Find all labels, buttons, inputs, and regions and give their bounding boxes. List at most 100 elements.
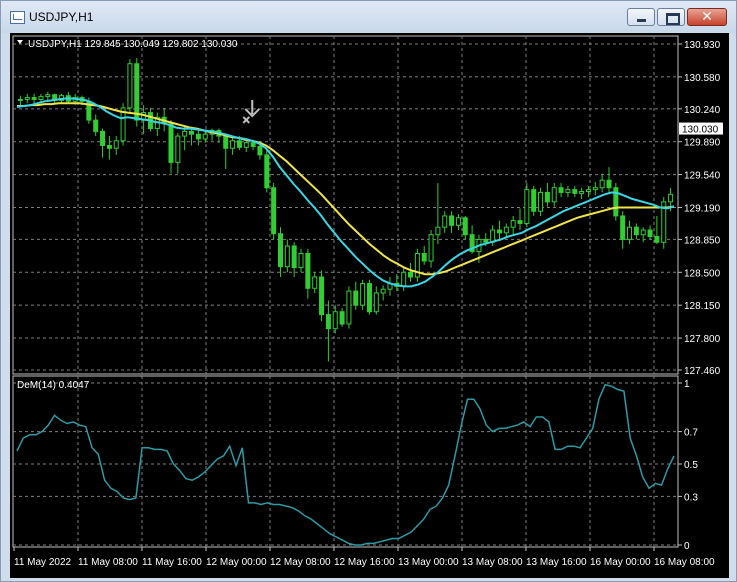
time-tick-label: 13 May 16:00 [526,557,587,568]
price-tick-label: 130.930 [684,40,721,51]
price-panel-header: USDJPY,H1 129.845 130.049 129.802 130.03… [28,39,238,50]
candle-body [291,245,297,269]
candle-body [45,94,51,98]
candle-body [38,96,44,100]
minimize-icon [637,19,646,22]
price-tick-label: 127.800 [684,334,721,345]
candle-body [483,238,489,243]
candle-body [531,189,537,212]
candle-body [599,179,605,189]
indicator-panel-header: DeM(14) 0.4047 [17,380,90,391]
candle-body [668,193,674,203]
panel-collapse-icon[interactable] [17,40,23,44]
chart-window: USDJPY,H1 ✕ 130.930 130.580 130.240 129.890… [0,0,737,582]
maximize-icon [666,13,680,25]
indicator-panel-frame [12,375,679,548]
chart-window-icon [10,11,25,24]
candle-body [579,190,585,194]
time-tick-label: 16 May 00:00 [590,557,651,568]
dem-line [16,383,675,546]
candle-body [189,130,195,135]
minimize-button[interactable] [627,8,655,26]
price-tick-label: 129.190 [684,203,721,214]
candle-body [100,130,106,146]
candle-body [360,283,366,306]
moving-averages [16,97,675,546]
chart-canvas[interactable]: 130.930 130.580 130.240 129.890 129.540 129.1… [10,33,729,578]
chart-area[interactable]: 130.930 130.580 130.240 129.890 129.540 129.1… [10,33,729,578]
candle-body [127,63,133,109]
time-tick-label: 11 May 08:00 [78,557,138,568]
candle-body [647,229,653,238]
candle-body [558,187,564,193]
candle-body [298,253,304,269]
candle-body [319,276,325,316]
candle-body [353,290,359,306]
sell-arrow-icon [244,99,260,118]
time-tick-label: 13 May 00:00 [398,557,459,568]
candles [17,58,674,362]
candle-body [428,234,434,262]
candle-body [654,236,660,243]
candle-body [332,311,338,330]
price-tick-label: 130.580 [684,73,721,84]
candle-body [202,133,208,140]
candle-body [503,226,509,234]
close-button[interactable]: ✕ [687,8,727,26]
candle-body [271,187,277,235]
candle-body [250,142,256,147]
trade-cross-icon [242,116,250,124]
candle-body [442,215,448,228]
candle-body [305,253,311,289]
price-tick-label: 127.460 [684,366,721,377]
candle-body [182,130,188,137]
candle-body [113,140,119,149]
candle-body [223,135,229,149]
candle-body [449,215,455,226]
window-title: USDJPY,H1 [29,10,94,24]
time-tick-label: 12 May 16:00 [334,557,395,568]
current-price-label: 130.030 [682,125,719,136]
candle-body [510,220,516,228]
candle-body [17,98,23,101]
indicator-tick-label: 0.5 [684,460,698,471]
candle-body [421,253,427,262]
candle-body [544,191,550,203]
candle-body [551,187,557,203]
candle-body [380,288,386,294]
candle-body [408,271,414,278]
candle-body [230,140,236,149]
candle-body [462,217,468,236]
candle-body [366,283,372,313]
candle-body [640,229,646,236]
indicator-tick-label: 1 [684,379,690,390]
candle-body [606,179,612,189]
candle-body [517,220,523,224]
time-tick-label: 13 May 08:00 [462,557,523,568]
indicator-tick-label: 0 [684,541,690,552]
candle-body [435,226,441,236]
candle-body [339,311,345,325]
price-tick-label: 128.500 [684,268,721,279]
price-tick-label: 128.850 [684,235,721,246]
indicator-tick-label: 0.3 [684,492,698,503]
time-tick-label: 16 May 08:00 [654,557,715,568]
candle-body [572,189,578,194]
candle-body [106,144,112,149]
time-tick-label: 11 May 16:00 [142,557,202,568]
candle-body [24,97,30,100]
price-tick-label: 129.890 [684,138,721,149]
candle-body [538,191,544,212]
candle-body [168,123,174,163]
candle-body [325,314,331,330]
price-tick-label: 130.240 [684,105,721,116]
title-bar[interactable]: USDJPY,H1 ✕ [1,1,736,33]
close-icon: ✕ [701,9,713,25]
candle-body [401,271,407,287]
candle-body [496,229,502,234]
candle-body [627,226,633,240]
candle-body [175,135,181,163]
candle-body [284,245,290,268]
maximize-button[interactable] [657,8,685,26]
candle-body [620,215,626,240]
